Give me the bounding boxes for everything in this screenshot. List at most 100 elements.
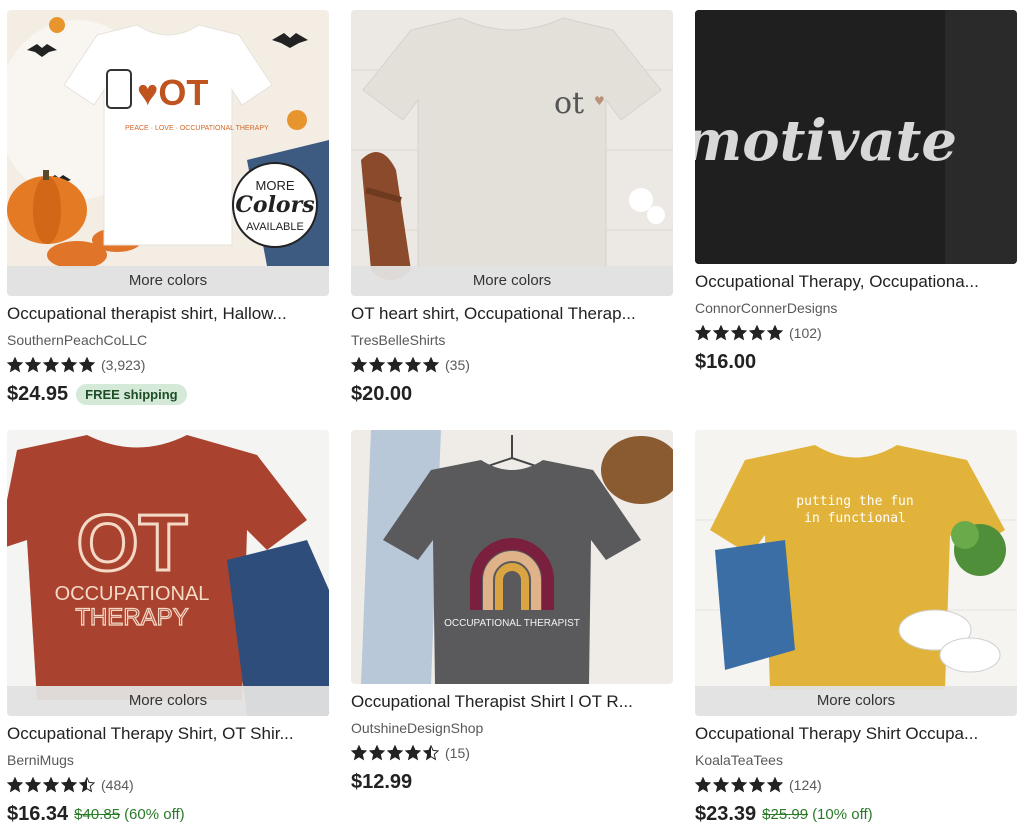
svg-text:putting the fun: putting the fun [796, 494, 913, 509]
free-shipping-badge: FREE shipping [76, 383, 187, 405]
svg-text:THERAPY: THERAPY [75, 604, 188, 631]
star-icon [79, 777, 95, 793]
listing-image[interactable]: putting the fun in functional More color… [695, 430, 1017, 716]
listing-image[interactable]: motivate [695, 10, 1017, 264]
star-icon [767, 777, 783, 793]
listing-title[interactable]: OT heart shirt, Occupational Therap... [351, 304, 671, 324]
shop-name: BerniMugs [7, 752, 74, 768]
star-icon [351, 357, 367, 373]
svg-text:in functional: in functional [804, 511, 906, 526]
discount-label: (10% off) [812, 805, 873, 823]
listing-card[interactable]: ♥OT PEACE · LOVE · OCCUPATIONAL THERAPY … [7, 10, 329, 407]
listing-title[interactable]: Occupational Therapy Shirt Occupa... [695, 724, 1015, 744]
listing-card[interactable]: putting the fun in functional More color… [695, 430, 1017, 827]
star-icon [25, 777, 41, 793]
star-icon [43, 357, 59, 373]
star-icon [767, 325, 783, 341]
shop-name: KoalaTeaTees [695, 752, 783, 768]
price-row: $24.95 FREE shipping [7, 381, 329, 407]
price: $16.34 [7, 802, 69, 825]
shirt-image: OT OCCUPATIONAL THERAPY [7, 430, 329, 716]
star-icon [369, 357, 385, 373]
star-rating [351, 745, 441, 761]
shop-name: OutshineDesignShop [351, 720, 484, 736]
star-icon [61, 777, 77, 793]
shop-name: SouthernPeachCoLLC [7, 332, 148, 348]
svg-text:motivate: motivate [695, 108, 957, 174]
star-icon [731, 777, 747, 793]
discount-label: (60% off) [124, 805, 185, 823]
star-icon [423, 357, 439, 373]
rating-row: (35) [351, 355, 673, 375]
svg-text:AVAILABLE: AVAILABLE [246, 221, 304, 233]
svg-text:♥OT: ♥OT [137, 72, 208, 113]
shop-name: TresBelleShirts [351, 332, 446, 348]
star-rating [695, 325, 785, 341]
more-colors-label[interactable]: More colors [351, 266, 673, 296]
star-icon [61, 357, 77, 373]
shirt-image: ot ♥ [351, 10, 673, 296]
svg-text:ot: ot [554, 86, 584, 121]
price-row: $16.34 $40.85 (60% off) [7, 801, 329, 827]
rating-row: (102) [695, 323, 1017, 343]
listing-title[interactable]: Occupational therapist shirt, Hallow... [7, 304, 327, 324]
star-icon [713, 325, 729, 341]
shirt-image: ♥OT PEACE · LOVE · OCCUPATIONAL THERAPY … [7, 10, 329, 296]
more-colors-label[interactable]: More colors [7, 686, 329, 716]
svg-text:OT: OT [76, 498, 187, 587]
price-row: $20.00 [351, 381, 673, 407]
shirt-image: putting the fun in functional [695, 430, 1017, 716]
listing-image[interactable]: ♥OT PEACE · LOVE · OCCUPATIONAL THERAPY … [7, 10, 329, 296]
rating-row: (15) [351, 743, 673, 763]
rating-row: (3,923) [7, 355, 329, 375]
listing-image[interactable]: OT OCCUPATIONAL THERAPY More colors [7, 430, 329, 716]
price: $24.95 [7, 382, 69, 405]
original-price: $25.99 [762, 805, 809, 823]
review-count: (484) [101, 777, 134, 793]
rating-row: (124) [695, 775, 1017, 795]
listing-title[interactable]: Occupational Therapy, Occupationa... [695, 272, 1015, 292]
star-icon [405, 745, 421, 761]
review-count: (35) [445, 357, 470, 373]
price: $20.00 [351, 382, 413, 405]
star-icon [405, 357, 421, 373]
star-icon [7, 357, 23, 373]
listing-title[interactable]: Occupational Therapy Shirt, OT Shir... [7, 724, 327, 744]
star-rating [695, 777, 785, 793]
price: $23.39 [695, 802, 757, 825]
review-count: (15) [445, 745, 470, 761]
svg-text:Colors: Colors [235, 192, 314, 218]
more-colors-label[interactable]: More colors [695, 686, 1017, 716]
listing-card[interactable]: motivate Occupational Therapy, Occupatio… [695, 10, 1017, 375]
listing-image[interactable]: ot ♥ More colors [351, 10, 673, 296]
star-icon [79, 357, 95, 373]
star-icon [25, 357, 41, 373]
star-icon [369, 745, 385, 761]
star-icon [695, 325, 711, 341]
listing-card[interactable]: OCCUPATIONAL THERAPIST Occupational Ther… [351, 430, 673, 795]
price: $16.00 [695, 350, 757, 373]
more-colors-label[interactable]: More colors [7, 266, 329, 296]
star-icon [43, 777, 59, 793]
listing-image[interactable]: OCCUPATIONAL THERAPIST [351, 430, 673, 684]
review-count: (124) [789, 777, 822, 793]
review-count: (3,923) [101, 357, 146, 373]
listing-card[interactable]: ot ♥ More colors OT heart shirt, Occupat… [351, 10, 673, 407]
star-icon [7, 777, 23, 793]
star-rating [7, 777, 97, 793]
star-rating [351, 357, 441, 373]
listing-title[interactable]: Occupational Therapist Shirt l OT R... [351, 692, 671, 712]
price-row: $12.99 [351, 769, 673, 795]
star-icon [351, 745, 367, 761]
svg-text:MORE: MORE [256, 178, 295, 193]
star-rating [7, 357, 97, 373]
svg-text:♥: ♥ [594, 94, 605, 108]
star-icon [387, 745, 403, 761]
listing-card[interactable]: OT OCCUPATIONAL THERAPY More colors Occu… [7, 430, 329, 827]
svg-text:OCCUPATIONAL: OCCUPATIONAL [55, 583, 210, 605]
star-icon [387, 357, 403, 373]
svg-text:OCCUPATIONAL THERAPIST: OCCUPATIONAL THERAPIST [444, 618, 580, 629]
shirt-image: OCCUPATIONAL THERAPIST [351, 430, 673, 684]
price: $12.99 [351, 770, 413, 793]
star-icon [423, 745, 439, 761]
